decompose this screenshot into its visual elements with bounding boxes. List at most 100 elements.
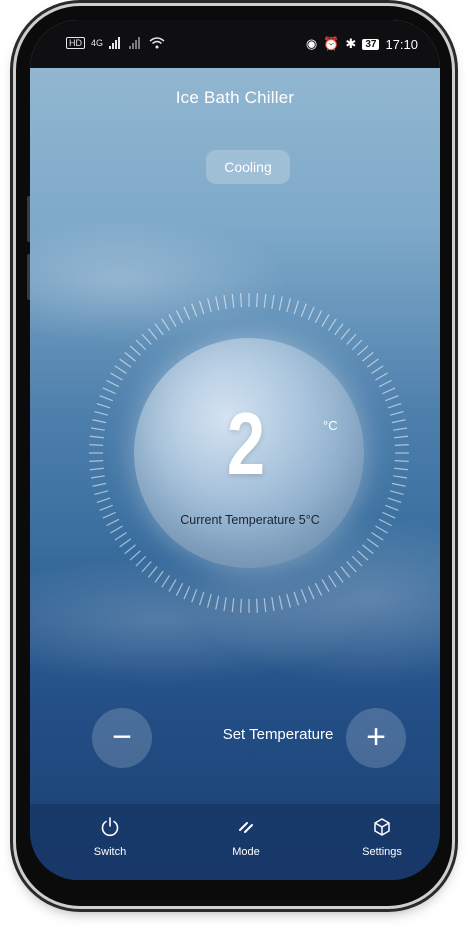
dial-tick [263,598,267,613]
dial-tick [191,303,198,317]
temperature-unit: °C [323,418,338,433]
dial-tick [147,566,158,578]
dial-tick [89,435,104,439]
dial-tick [223,597,227,612]
dial-tick [102,387,116,395]
nav-mode-label: Mode [232,846,260,858]
dial-tick [198,300,205,315]
dial-tick [240,293,242,308]
dial-tick [135,555,147,567]
dial-tick [106,518,120,527]
dial-tick [300,303,307,317]
bluetooth-icon: ✱ [345,36,357,51]
dial-tick [263,293,267,308]
dial-tick [340,328,351,340]
dial-tick [198,591,205,606]
dial-tick [385,395,399,402]
dial-tick [371,532,384,541]
battery-indicator: 37 [362,38,380,50]
dial-tick [215,595,220,610]
dial-tick [307,306,315,320]
decrease-temperature-button[interactable]: − [92,708,152,768]
dial-tick [124,351,136,362]
minus-icon: − [112,718,132,756]
nav-settings[interactable]: Settings [342,816,422,858]
dial-tick [141,333,152,345]
dial-tick [307,586,315,600]
dial-tick [391,419,406,424]
dial-tick [346,561,357,573]
dial-tick [378,379,392,388]
dial-tick [340,566,351,578]
dial-tick [328,318,337,331]
dial-tick [106,379,120,388]
dial-tick [394,435,409,439]
dial-tick [334,570,344,583]
dial-tick [135,339,147,351]
dial-tick [351,339,363,351]
dial-tick [387,402,402,409]
dial-tick [389,490,404,495]
current-temperature-label: Current Temperature 5°C [180,513,320,527]
dial-tick [96,497,111,504]
dial-tick [256,293,258,308]
dial-tick [357,550,369,561]
dial-tick [366,538,379,548]
app-screen: HD 4G ◉ ⏰ ✱ 37 17:10 Ice Bath Chiller Co… [30,20,440,880]
hd-badge: HD [66,37,85,49]
dial-tick [321,579,330,592]
dial-tick [394,467,409,471]
dial-tick [90,427,105,431]
dial-tick [154,570,164,583]
dial-tick [362,351,374,362]
more-menu-button[interactable] [378,76,426,124]
dial-tick [161,318,170,331]
dial-tick [191,589,198,603]
status-bar: HD 4G ◉ ⏰ ✱ 37 17:10 [30,20,440,68]
dial-tick [314,310,323,324]
dial-tick [286,298,291,313]
dial-tick [99,504,113,511]
dial-tick [168,314,177,327]
dial-tick [89,460,104,462]
dial-tick [96,402,111,409]
plus-icon: + [366,718,386,756]
set-temperature-value: 2 [226,394,266,493]
nav-switch[interactable]: Switch [70,816,150,858]
dial-tick [175,310,184,324]
dial-tick [92,482,107,487]
clock-time: 17:10 [385,36,418,52]
dial-tick [346,333,357,345]
dial-tick [94,411,109,416]
dial-tick [278,296,283,311]
dial-tick [154,323,164,336]
dial-tick [119,538,132,548]
dial-tick [366,358,379,368]
dial-tick [231,598,235,613]
dial-tick [385,504,399,511]
dial-tick [293,591,300,606]
dial-tick [375,372,388,381]
dial-tick [394,460,409,462]
increase-temperature-button[interactable]: + [346,708,406,768]
dial-tick [161,575,170,588]
eye-icon: ◉ [305,36,318,51]
dial-tick [110,372,123,381]
dial-tick [362,544,374,555]
signal-icon [109,37,121,49]
dial-tick [391,482,406,487]
dial-tick [271,294,275,309]
dial-tick [183,306,191,320]
nav-mode[interactable]: Mode [206,816,286,858]
dial-tick [124,544,136,555]
dial-tick [393,427,408,431]
dial-tick [129,550,141,561]
dial-tick [293,300,300,315]
dial-tick [90,475,105,479]
dial-tick [351,555,363,567]
dial-tick [314,582,323,596]
dial-tick [389,411,404,416]
wifi-icon [149,37,165,49]
dial-tick [114,532,127,541]
signal-off-icon [129,37,141,49]
